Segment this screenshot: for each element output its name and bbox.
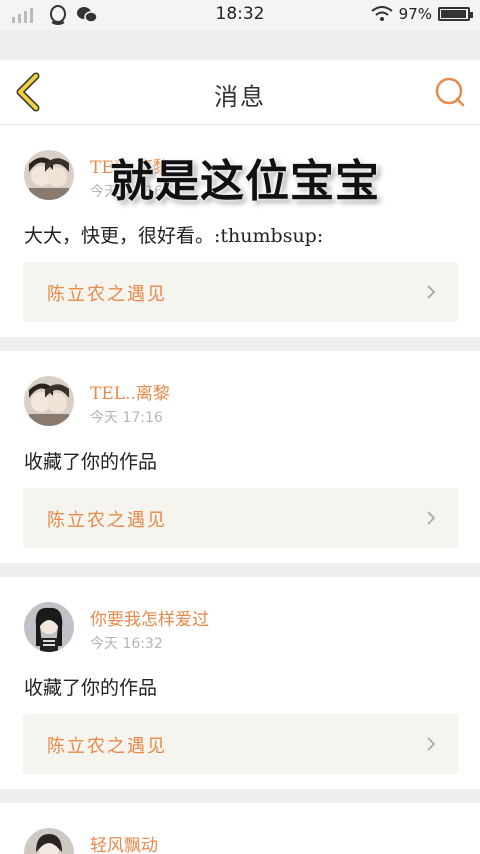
avatar[interactable] [24, 376, 74, 426]
page-title: 消息 [214, 83, 266, 111]
message-time: 今天 17:16 [90, 410, 163, 426]
battery-fill [441, 10, 467, 18]
message-item[interactable]: TEL..离黎 今天 17:16 收藏了你的作品 陈立农之遇见 [0, 351, 480, 563]
sender-name[interactable]: TEL..离黎 [90, 379, 170, 404]
top-spacer [0, 30, 480, 60]
message-item[interactable]: 你要我怎样爱过 今天 16:32 收藏了你的作品 陈立农之遇见 [0, 577, 480, 789]
battery-icon [438, 7, 473, 21]
sender-name[interactable]: 你要我怎样爱过 [90, 605, 209, 630]
message-content: 收藏了你的作品 [24, 677, 158, 699]
status-right-icons: 97% [371, 5, 473, 23]
wifi-icon [371, 6, 393, 21]
message-time: 今天 16:32 [90, 636, 163, 652]
chevron-right-icon [427, 285, 436, 299]
header: 消息 [0, 60, 480, 125]
work-link[interactable]: 陈立农之遇见 [23, 262, 458, 322]
work-title: 陈立农之遇见 [47, 736, 167, 757]
message-content: 大大，快更，很好看。:thumbsup: [24, 225, 324, 247]
status-bar: 18:32 97% [0, 0, 480, 30]
work-link[interactable]: 陈立农之遇见 [23, 714, 458, 774]
work-link[interactable]: 陈立农之遇见 [23, 488, 458, 548]
chevron-right-icon [427, 737, 436, 751]
search-icon[interactable] [434, 76, 466, 108]
avatar[interactable] [24, 150, 74, 200]
avatar[interactable] [24, 828, 74, 854]
avatar[interactable] [24, 602, 74, 652]
battery-percent: 97% [398, 5, 432, 23]
message-item[interactable]: 轻风飘动 [0, 803, 480, 854]
work-title: 陈立农之遇见 [47, 510, 167, 531]
work-title: 陈立农之遇见 [47, 284, 167, 305]
chevron-right-icon [427, 511, 436, 525]
overlay-caption: 就是这位宝宝 [110, 156, 380, 207]
message-content: 收藏了你的作品 [24, 451, 158, 473]
sender-name[interactable]: 轻风飘动 [90, 831, 158, 854]
